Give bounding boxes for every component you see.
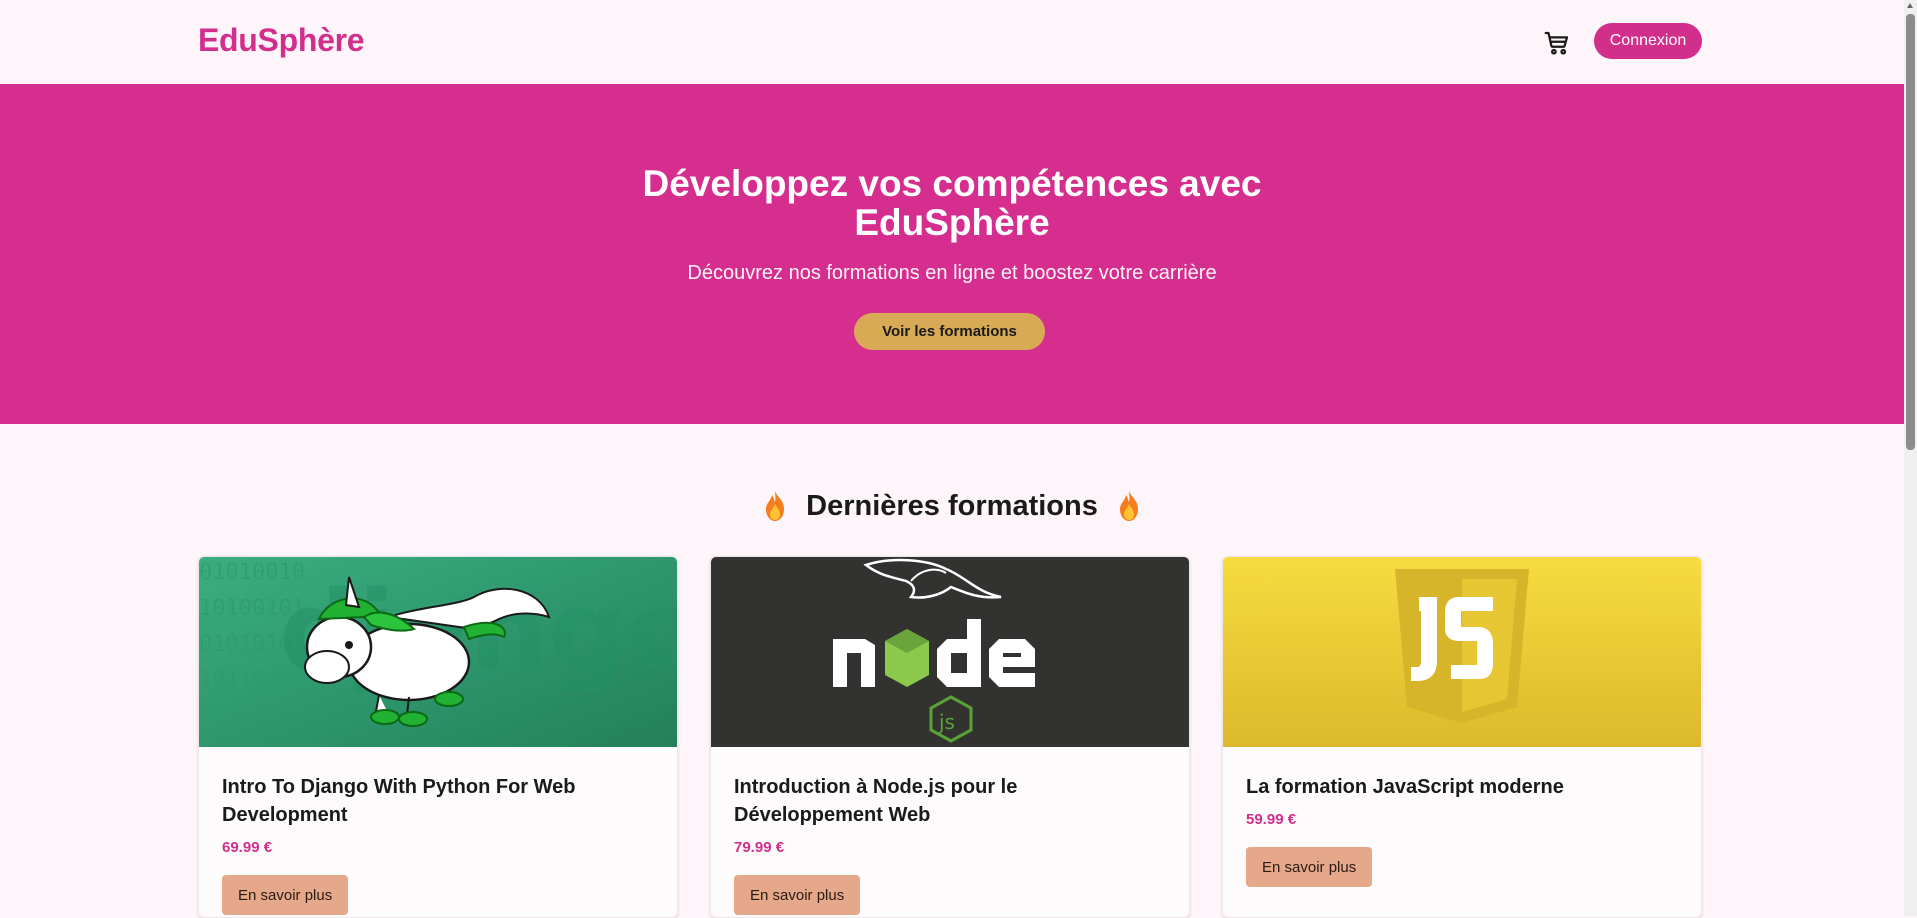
- course-price: 59.99 €: [1246, 811, 1297, 828]
- django-pony-logo: 01010010 10100101 01010101 10110011 0101…: [199, 557, 677, 747]
- cart-icon[interactable]: [1542, 28, 1572, 58]
- course-title[interactable]: Introduction à Node.js pour le Développe…: [734, 773, 1164, 829]
- hero-subtitle: Découvrez nos formations en ligne et boo…: [687, 262, 1217, 284]
- course-title[interactable]: La formation JavaScript moderne: [1246, 773, 1676, 801]
- learn-more-button[interactable]: En savoir plus: [734, 875, 861, 915]
- hero-title-line2: EduSphère: [854, 202, 1050, 243]
- course-price: 69.99 €: [222, 839, 273, 856]
- course-card[interactable]: js Introduction à Node.js pour le Dévelo…: [710, 556, 1190, 918]
- fire-icon: [766, 491, 785, 521]
- course-title[interactable]: Intro To Django With Python For Web Deve…: [222, 773, 652, 829]
- javascript-logo: [1223, 557, 1701, 747]
- hero-banner: Développez vos compétences avec EduSphèr…: [0, 84, 1904, 424]
- course-card[interactable]: 01010010 10100101 01010101 10110011 0101…: [198, 556, 678, 918]
- navbar: EduSphère Connexion: [0, 0, 1904, 85]
- login-button[interactable]: Connexion: [1594, 23, 1702, 59]
- hero-title-line1: Développez vos compétences avec: [642, 163, 1262, 204]
- learn-more-button[interactable]: En savoir plus: [222, 875, 349, 915]
- page-scrollbar[interactable]: [1904, 0, 1917, 916]
- svg-text:js: js: [938, 710, 955, 734]
- fire-icon: [1119, 491, 1138, 521]
- brand-logo[interactable]: EduSphère: [198, 22, 365, 59]
- course-price: 79.99 €: [734, 839, 785, 856]
- hero-title: Développez vos compétences avec EduSphèr…: [0, 164, 1904, 242]
- learn-more-button[interactable]: En savoir plus: [1246, 847, 1373, 887]
- scroll-up-arrow-icon[interactable]: [1907, 3, 1913, 8]
- nodejs-logo: js: [711, 557, 1189, 747]
- scrollbar-thumb[interactable]: [1906, 14, 1915, 450]
- svg-text:01010010: 01010010: [199, 704, 305, 729]
- view-courses-button[interactable]: Voir les formations: [854, 313, 1045, 350]
- section-title: Dernières formations: [806, 489, 1098, 522]
- course-card[interactable]: La formation JavaScript moderne 59.99 € …: [1222, 556, 1702, 918]
- section-heading: Dernières formations: [0, 486, 1904, 526]
